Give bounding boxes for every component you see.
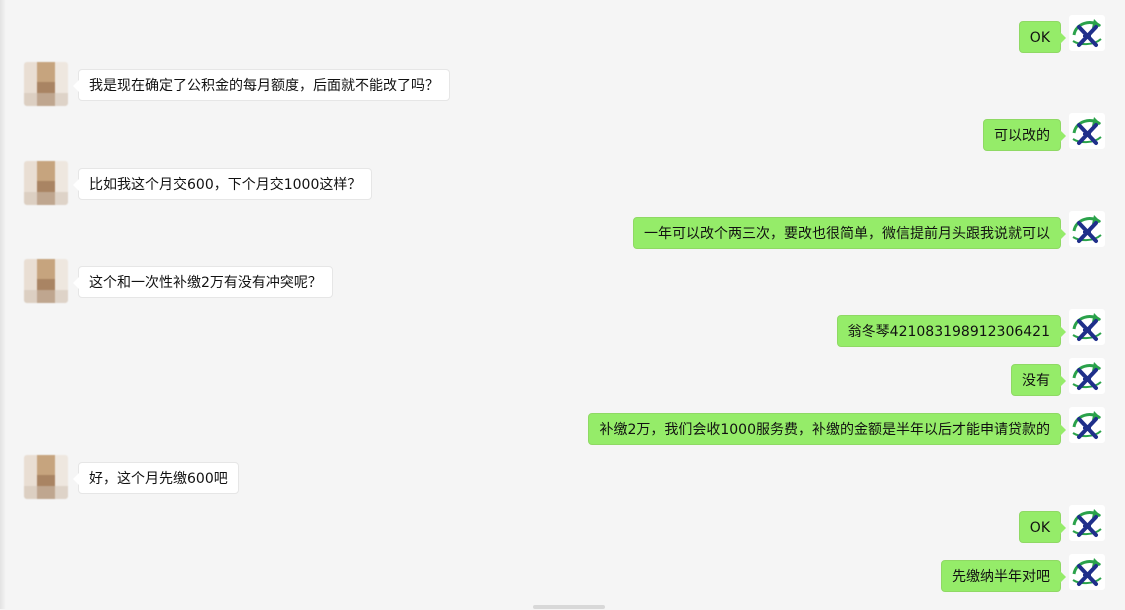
left-panel-edge (0, 0, 6, 609)
outgoing-message: 先缴纳半年对吧 (0, 554, 1125, 610)
company-logo-icon[interactable] (1069, 211, 1105, 247)
message-bubble[interactable]: 翁冬琴421083198912306421 (836, 315, 1067, 347)
contact-avatar[interactable] (24, 259, 68, 303)
outgoing-message: 可以改的 (0, 113, 1125, 169)
message-bubble[interactable]: 先缴纳半年对吧 (941, 560, 1066, 592)
chat-message-list[interactable]: OK 我是现在确定了公积金的每月额度，后面就不能改了吗？ 可以改的比如我这个月交6… (0, 0, 1125, 609)
message-bubble[interactable]: 好，这个月先缴600吧 (73, 462, 239, 494)
outgoing-message: 补缴2万，我们会收1000服务费，补缴的金额是半年以后才能申请贷款的 (0, 407, 1125, 463)
outgoing-message: 没有 (0, 358, 1125, 414)
contact-avatar[interactable] (24, 161, 68, 205)
message-bubble[interactable]: OK (1018, 511, 1067, 543)
company-logo-icon[interactable] (1069, 309, 1105, 345)
message-bubble[interactable]: 可以改的 (983, 119, 1066, 151)
message-bubble[interactable]: 没有 (1011, 364, 1066, 396)
company-logo-icon[interactable] (1069, 15, 1105, 51)
message-bubble[interactable]: 比如我这个月交600，下个月交1000这样？ (72, 168, 373, 200)
incoming-message: 这个和一次性补缴2万有没有冲突呢？ (0, 259, 1125, 316)
contact-avatar[interactable] (24, 455, 68, 499)
message-bubble[interactable]: 补缴2万，我们会收1000服务费，补缴的金额是半年以后才能申请贷款的 (588, 413, 1066, 445)
message-bubble[interactable]: 这个和一次性补缴2万有没有冲突呢？ (73, 266, 333, 298)
company-logo-icon[interactable] (1069, 554, 1105, 590)
company-logo-icon[interactable] (1069, 505, 1105, 541)
company-logo-icon[interactable] (1069, 113, 1105, 149)
incoming-message: 比如我这个月交600，下个月交1000这样？ (0, 161, 1125, 218)
scroll-indicator[interactable] (533, 605, 605, 609)
message-bubble[interactable]: OK (1018, 21, 1067, 53)
message-bubble[interactable]: 一年可以改个两三次，要改也很简单，微信提前月头跟我说就可以 (633, 217, 1066, 249)
outgoing-message: 翁冬琴421083198912306421 (0, 309, 1125, 365)
outgoing-message: 一年可以改个两三次，要改也很简单，微信提前月头跟我说就可以 (0, 211, 1125, 267)
contact-avatar[interactable] (24, 62, 68, 106)
incoming-message: 好，这个月先缴600吧 (0, 455, 1125, 512)
company-logo-icon[interactable] (1069, 407, 1105, 443)
company-logo-icon[interactable] (1069, 358, 1105, 394)
outgoing-message: OK (0, 505, 1125, 561)
incoming-message: 我是现在确定了公积金的每月额度，后面就不能改了吗？ (0, 62, 1125, 119)
message-bubble[interactable]: 我是现在确定了公积金的每月额度，后面就不能改了吗？ (73, 69, 450, 101)
